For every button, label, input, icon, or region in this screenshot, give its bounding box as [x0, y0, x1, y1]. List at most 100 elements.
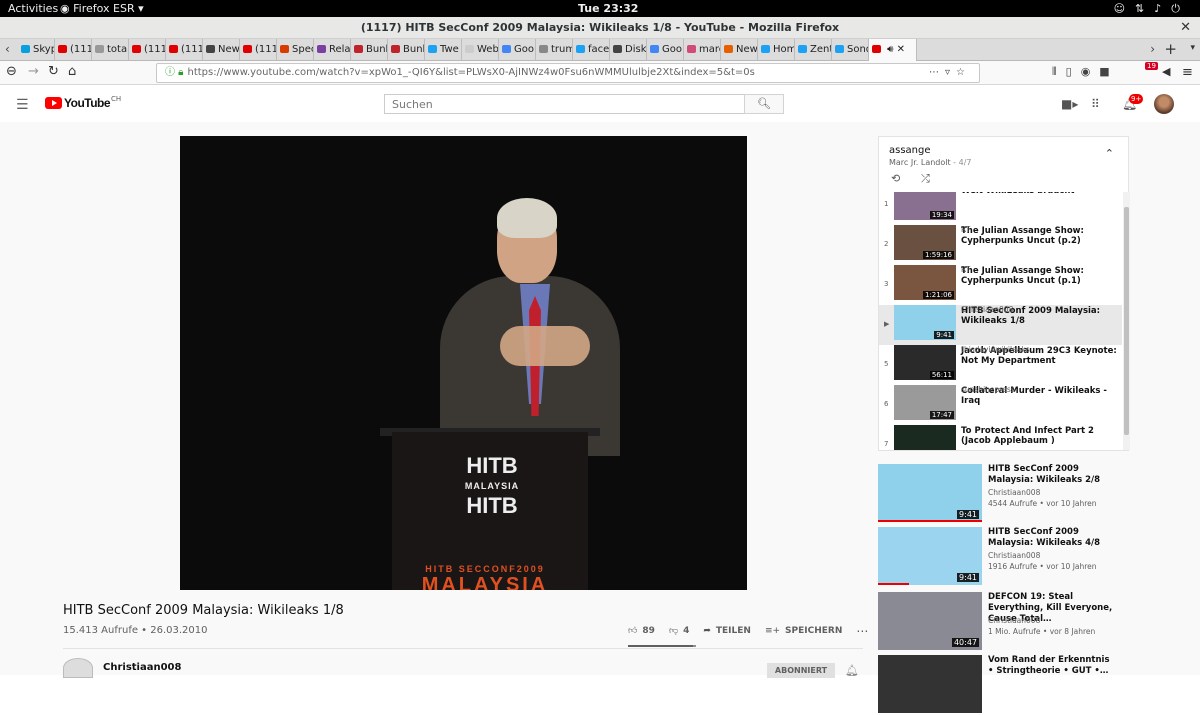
related-video-thumbnail[interactable]: 9:41 [878, 527, 982, 585]
playlist-item[interactable]: 7 To Protect And Infect Part 2 (Jacob App… [879, 425, 1122, 450]
browser-tab[interactable]: (1117 [129, 39, 166, 61]
related-video[interactable]: 9:41 HITB SecConf 2009 Malaysia: Wikileak… [878, 527, 1178, 587]
related-video[interactable]: Vom Rand der Erkenntnis • Stringtheorie … [878, 655, 1178, 715]
browser-tab[interactable]: trum [536, 39, 573, 61]
related-video-title[interactable]: Vom Rand der Erkenntnis • Stringtheorie … [988, 655, 1113, 677]
playlist-item[interactable]: 1 19:34 Welt WikiLeaks brauchtTED [879, 192, 1122, 225]
search-button[interactable]: 🔍︎ [744, 94, 784, 114]
playlist-item-title[interactable]: The Julian Assange Show: Cypherpunks Unc… [961, 266, 1117, 286]
new-tab-icon[interactable]: + [1164, 40, 1177, 58]
browser-tab[interactable]: Sond [832, 39, 869, 61]
playlist-item[interactable]: 3 1:21:06 The Julian Assange Show: Cypherp… [879, 265, 1122, 305]
playlist-item-thumbnail[interactable]: 17:47 [894, 385, 956, 420]
playlist-item[interactable]: 6 17:47 Collateral Murder - Wikileaks - Ir… [879, 385, 1122, 425]
playlist-item-thumbnail[interactable]: 56:11 [894, 345, 956, 380]
playlist-item-thumbnail[interactable]: 1:59:16 [894, 225, 956, 260]
browser-tab[interactable]: Rela [314, 39, 351, 61]
extension-icon[interactable]: ■ [1099, 65, 1118, 78]
pocket-icon[interactable]: ▿ [945, 67, 956, 78]
forward-icon[interactable]: → [28, 64, 39, 79]
activities-button[interactable]: Activities [8, 2, 58, 15]
back-icon[interactable]: ⊖ [6, 64, 17, 79]
playlist-item-title[interactable]: To Protect And Infect Part 2 (Jacob Appl… [961, 426, 1117, 446]
browser-tab[interactable]: marc [684, 39, 721, 61]
collapse-playlist-icon[interactable]: ⌃ [1105, 147, 1114, 160]
playlist-item-title[interactable]: The Julian Assange Show: Cypherpunks Unc… [961, 226, 1117, 246]
related-video[interactable]: 9:41 HITB SecConf 2009 Malaysia: Wikileak… [878, 464, 1178, 524]
browser-tab[interactable]: 🔊︎ ✕ [869, 39, 917, 61]
bookmark-star-icon[interactable]: ☆ [956, 67, 971, 78]
dislike-icon[interactable]: 👎︎ [669, 626, 678, 636]
more-actions-icon[interactable]: ⋯ [856, 624, 868, 638]
extension-icon-2[interactable]: ◀ [1162, 65, 1170, 78]
system-tray[interactable]: ☺⇅♪⏻ [1114, 2, 1190, 16]
playlist-scrollbar[interactable] [1123, 192, 1130, 450]
library-icon[interactable]: ⫴ [1052, 65, 1066, 78]
url-bar[interactable]: ⓘ 🔒︎ https://www.youtube.com/watch?v=xpWo… [156, 63, 980, 83]
playlist-owner[interactable]: Marc Jr. Landolt [889, 158, 951, 167]
video-player[interactable]: HITB MALAYSIA HITB HITB SECCONF2009 MALA… [180, 136, 747, 590]
tab-audio-close-icon[interactable]: 🔊︎ ✕ [884, 44, 905, 55]
playlist-item[interactable]: 2 1:59:16 The Julian Assange Show: Cypherp… [879, 225, 1122, 265]
browser-tab[interactable]: Webseit [462, 39, 499, 61]
app-menu[interactable]: ◉ Firefox ESR ▾ [60, 2, 144, 15]
related-video-channel[interactable]: Christiaan008 [988, 551, 1040, 560]
browser-tab[interactable]: Bunk [388, 39, 425, 61]
browser-tab[interactable]: Bunk [351, 39, 388, 61]
playlist-item[interactable]: ▶ 9:41 HITB SecConf 2009 Malaysia: Wikilea… [879, 305, 1122, 345]
playlist-scrollbar-thumb[interactable] [1124, 207, 1129, 435]
clock[interactable]: Tue 23:32 [578, 2, 638, 15]
reload-icon[interactable]: ↻ [48, 64, 59, 79]
related-video-channel[interactable]: Christiaan008 [988, 616, 1040, 625]
loop-playlist-icon[interactable]: ⟲ [891, 172, 900, 185]
scroll-tabs-right-icon[interactable]: › [1150, 42, 1155, 56]
related-video-thumbnail[interactable]: 40:47 [878, 592, 982, 650]
browser-tab[interactable]: totalitär [92, 39, 129, 61]
youtube-logo[interactable]: YouTube CH [45, 95, 121, 110]
browser-tab[interactable]: Goo [499, 39, 536, 61]
related-video-thumbnail[interactable] [878, 655, 982, 713]
related-video-title[interactable]: HITB SecConf 2009 Malaysia: Wikileaks 2/… [988, 464, 1113, 486]
dislike-count[interactable]: 4 [683, 626, 689, 636]
browser-tab[interactable]: Skyp [18, 39, 55, 61]
share-icon[interactable]: ➦ [703, 626, 711, 636]
account-icon[interactable]: ◉ [1081, 65, 1100, 78]
search-input[interactable] [384, 94, 744, 114]
related-video-title[interactable]: HITB SecConf 2009 Malaysia: Wikileaks 4/… [988, 527, 1113, 549]
apps-grid-icon[interactable]: ⠿ [1091, 97, 1100, 111]
channel-name[interactable]: Christiaan008 [103, 662, 181, 673]
home-icon[interactable]: ⌂ [68, 64, 76, 79]
subscribe-button[interactable]: ABONNIERT [767, 663, 835, 678]
close-window-icon[interactable]: ✕ [1180, 17, 1191, 39]
related-video-thumbnail[interactable]: 9:41 [878, 464, 982, 522]
save-button[interactable]: SPEICHERN [785, 626, 842, 636]
playlist-item-thumbnail[interactable]: 19:34 [894, 192, 956, 220]
browser-tab[interactable]: (1117 [55, 39, 92, 61]
scroll-tabs-left-icon[interactable]: ‹ [5, 42, 10, 56]
sidebar-icon[interactable]: ▯ [1066, 65, 1081, 78]
channel-avatar[interactable] [63, 658, 93, 678]
like-count[interactable]: 89 [642, 626, 655, 636]
hamburger-menu-icon[interactable]: ≡ [1182, 65, 1193, 80]
browser-tab[interactable]: Zent [795, 39, 832, 61]
playlist-title[interactable]: assange [889, 145, 931, 156]
browser-tab[interactable]: Disk [610, 39, 647, 61]
guide-menu-icon[interactable]: ☰ [16, 97, 29, 113]
playlist-item-thumbnail[interactable]: 1:21:06 [894, 265, 956, 300]
browser-tab[interactable]: Twe [425, 39, 462, 61]
share-button[interactable]: TEILEN [716, 626, 751, 636]
playlist-item-title[interactable]: Welt WikiLeaks braucht [961, 192, 1117, 196]
browser-tab[interactable]: Spec [277, 39, 314, 61]
playlist-item-thumbnail[interactable]: 9:41 [894, 305, 956, 340]
related-video-channel[interactable]: Christiaan008 [988, 488, 1040, 497]
browser-tab[interactable]: (1117 [240, 39, 277, 61]
playlist-item[interactable]: 5 56:11 Jacob Appelbaum 29C3 Keynote: Not … [879, 345, 1122, 385]
like-icon[interactable]: 👍︎ [628, 626, 637, 636]
save-playlist-icon[interactable]: ≡+ [765, 626, 780, 636]
channel-notification-bell-icon[interactable]: 🔔︎ [845, 664, 859, 677]
list-tabs-icon[interactable]: ▾ [1190, 43, 1195, 53]
related-video[interactable]: 40:47 DEFCON 19: Steal Everything, Kill E… [878, 592, 1178, 652]
browser-tab[interactable]: (1117 [166, 39, 203, 61]
browser-tab[interactable]: Goo [647, 39, 684, 61]
browser-tab[interactable]: facel [573, 39, 610, 61]
